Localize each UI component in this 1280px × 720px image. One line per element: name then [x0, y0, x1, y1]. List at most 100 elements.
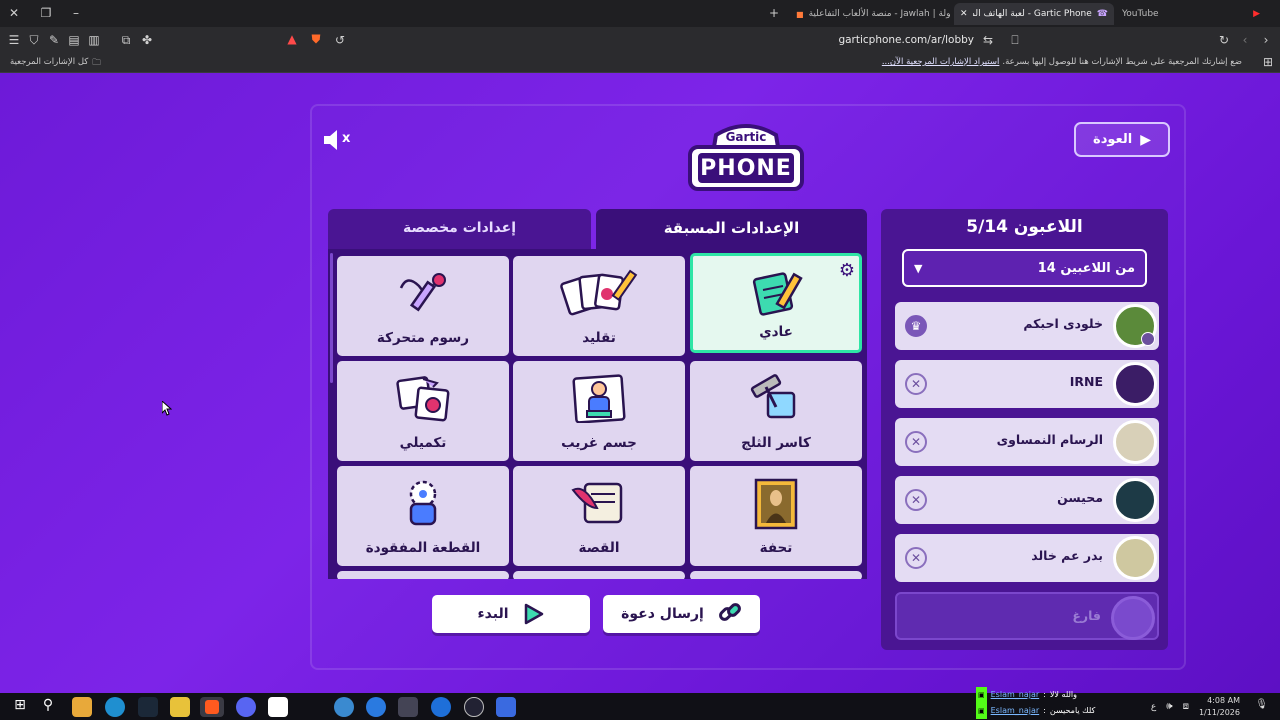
gartic-phone-logo: Gartic PHONE	[686, 121, 806, 195]
network-icon[interactable]: ⧈	[1183, 701, 1189, 713]
notification-icon[interactable]: 🎙	[1255, 699, 1268, 710]
site-settings-icon[interactable]: ⇆	[980, 33, 996, 47]
mode-card-normal[interactable]: ⚙ عادي	[690, 253, 862, 353]
players-panel: اللاعبون 5/14 ▼ 14 من اللاعبين ♛ خلودى ا…	[881, 209, 1168, 650]
new-tab-icon[interactable]: +	[766, 6, 782, 20]
player-avatar	[1113, 420, 1157, 464]
windows-start-icon[interactable]: ⊞	[10, 697, 30, 717]
close-tab-icon[interactable]: ✕	[960, 9, 968, 19]
gear-icon[interactable]: ⚙	[839, 260, 855, 281]
jawlah-favicon-icon: ■	[796, 9, 804, 19]
kick-player-icon[interactable]: ✕	[905, 373, 927, 395]
edge-icon[interactable]	[105, 697, 125, 717]
app-icon[interactable]	[366, 697, 386, 717]
app-icon[interactable]	[334, 697, 354, 717]
import-bookmarks-link[interactable]: استيراد الإشارات المرجعية الآن...	[882, 57, 1000, 67]
player-row: ♛ خلودى احبكم	[895, 302, 1159, 350]
tab-gartic[interactable]: ✕ Gartic Phone - لعبة الهاتف المكسور ☎	[954, 3, 1114, 25]
back-icon[interactable]: ›	[1258, 33, 1274, 47]
player-avatar	[1113, 478, 1157, 522]
bookmark-icon[interactable]: ⎕	[1007, 33, 1023, 47]
mode-card-partial[interactable]	[337, 571, 509, 579]
tab-custom-settings[interactable]: إعدادات مخصصة	[328, 209, 591, 249]
extension-icon[interactable]: ✎	[46, 33, 62, 47]
game-stage: x Gartic PHONE العودة ▶ إعدادات مخصصة ال…	[0, 73, 1280, 693]
cards-pencil-icon	[560, 269, 638, 316]
link-icon	[718, 600, 742, 628]
bookmarks-bar: 🗀 كل الإشارات المرجعية ضع إشارتك المرجعي…	[0, 53, 1280, 73]
clock[interactable]: 4:08 AM 1/11/2026	[1199, 695, 1240, 719]
shield-icon[interactable]: ⛉	[26, 33, 42, 47]
sidebar-icon[interactable]: ▥	[86, 33, 102, 47]
mode-card-complement[interactable]: تكميلي	[337, 361, 509, 461]
all-bookmarks-folder[interactable]: 🗀 كل الإشارات المرجعية	[10, 57, 101, 71]
tabs-icon[interactable]: ▤	[66, 33, 82, 47]
player-row: ✕ محيسن	[895, 476, 1159, 524]
mode-card-imitation[interactable]: تقليد	[513, 256, 685, 356]
restore-window-icon[interactable]: ❐	[38, 6, 54, 20]
tab-preset-settings[interactable]: الإعدادات المسبقة	[596, 209, 867, 249]
app-icon[interactable]	[496, 697, 516, 717]
tab-jawlah[interactable]: ■ جولة | Jawlah - منصة الألعاب التفاعلية	[790, 3, 950, 25]
empty-slot: فارغ	[895, 592, 1159, 640]
settings-tabs: إعدادات مخصصة الإعدادات المسبقة	[328, 209, 867, 249]
chat-badge-icon: ▣	[976, 703, 987, 719]
start-button[interactable]: البدء	[432, 595, 590, 633]
mode-card-animation[interactable]: رسوم متحركة	[337, 256, 509, 356]
bookmark-hint: ضع إشارتك المرجعية على شريط الإشارات هنا…	[881, 57, 1242, 67]
share-icon[interactable]: ↺	[332, 33, 348, 47]
tab-youtube[interactable]: YouTube ▶	[1116, 3, 1266, 25]
speaker-icon[interactable]: 🕪	[1166, 701, 1172, 713]
invite-button[interactable]: إرسال دعوة	[603, 595, 760, 633]
mode-card-partial[interactable]	[513, 571, 685, 579]
brave-shield-icon[interactable]: ⛊	[308, 32, 324, 46]
mode-card-missing-piece[interactable]: القطعة المفقودة	[337, 466, 509, 566]
browser-tab-bar: ✕ ❐ – + ■ جولة | Jawlah - منصة الألعاب ا…	[0, 0, 1280, 27]
chat-badge-icon: ▣	[976, 687, 987, 703]
file-explorer-icon[interactable]	[170, 697, 190, 717]
store-icon[interactable]	[268, 697, 288, 717]
kick-player-icon[interactable]: ✕	[905, 547, 927, 569]
play-icon	[523, 603, 545, 625]
url-field[interactable]: garticphone.com/ar/lobby	[360, 31, 1000, 49]
play-arrow-icon: ▶	[1140, 131, 1151, 148]
kick-player-icon[interactable]: ✕	[905, 431, 927, 453]
mode-card-story[interactable]: القصة	[513, 466, 685, 566]
players-title: اللاعبون 5/14	[966, 217, 1083, 237]
extensions-puzzle-icon[interactable]: ✤	[139, 33, 155, 47]
player-row: ✕ IRNE	[895, 360, 1159, 408]
brave-active-icon[interactable]	[200, 697, 224, 717]
search-icon[interactable]: ⚲	[38, 697, 58, 717]
app-icon[interactable]	[398, 697, 418, 717]
minimize-window-icon[interactable]: –	[68, 6, 84, 20]
mute-button[interactable]: x	[322, 127, 354, 153]
odd-body-icon	[572, 374, 626, 423]
forward-icon[interactable]: ‹	[1237, 33, 1253, 47]
copilot-icon[interactable]	[72, 697, 92, 717]
mode-card-masterpiece[interactable]: تحفة	[690, 466, 862, 566]
player-limit-select[interactable]: ▼ 14 من اللاعبين	[902, 249, 1147, 287]
player-row: ✕ الرسام النمساوى	[895, 418, 1159, 466]
folder-icon: 🗀	[92, 58, 101, 68]
player-avatar	[1113, 536, 1157, 580]
empty-avatar	[1111, 596, 1155, 640]
app-icon[interactable]	[431, 697, 451, 717]
kick-player-icon[interactable]: ✕	[905, 489, 927, 511]
steam-icon[interactable]	[138, 697, 158, 717]
alert-icon[interactable]: ▲	[284, 32, 300, 46]
mode-card-partial[interactable]	[690, 571, 862, 579]
obs-icon[interactable]	[464, 697, 484, 717]
player-avatar	[1113, 362, 1157, 406]
back-button[interactable]: العودة ▶	[1074, 122, 1170, 157]
reload-icon[interactable]: ↻	[1216, 33, 1232, 47]
mode-grid: ⚙ عادي تقليد رسوم متحركة كاسر الثلج جسم …	[328, 249, 867, 579]
discord-icon[interactable]	[236, 697, 256, 717]
menu-icon[interactable]: ☰	[6, 33, 22, 47]
grid-apps-icon[interactable]: ⊞	[1260, 55, 1276, 69]
screenshot-icon[interactable]: ⧉	[118, 33, 134, 47]
close-window-icon[interactable]: ✕	[6, 6, 22, 20]
chevron-down-icon: ▼	[914, 261, 923, 275]
mode-card-odd-body[interactable]: جسم غريب	[513, 361, 685, 461]
mode-grid-scrollbar[interactable]	[330, 253, 333, 383]
mode-card-icebreaker[interactable]: كاسر الثلج	[690, 361, 862, 461]
